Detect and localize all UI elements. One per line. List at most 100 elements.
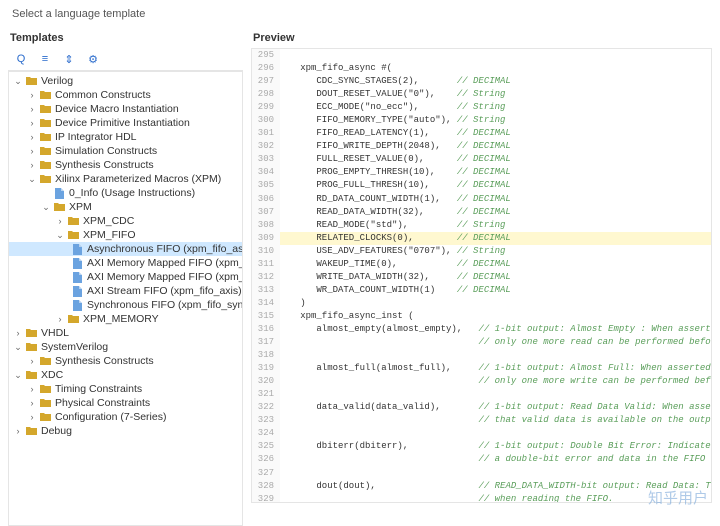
collapse-all-icon[interactable]: ≡ — [38, 52, 52, 66]
tree-item[interactable]: ›Synthesis Constructs — [9, 354, 242, 368]
tree-item[interactable]: › IP Integrator HDL — [9, 130, 242, 144]
filter-icon[interactable]: ⚙ — [86, 52, 100, 66]
line-number: 309 — [252, 232, 280, 245]
line-content: FIFO_WRITE_DEPTH(2048), // DECIMAL — [280, 140, 511, 153]
tree-item[interactable]: ›Common Constructs — [9, 88, 242, 102]
chevron-right-icon[interactable]: › — [27, 118, 37, 128]
chevron-down-icon[interactable]: ⌄ — [27, 174, 37, 185]
line-content: PROG_FULL_THRESH(10), // DECIMAL — [280, 179, 511, 192]
tree-item[interactable]: ⌄XPM — [9, 200, 242, 214]
tree-item[interactable]: › XPM_CDC — [9, 214, 242, 228]
line-content — [280, 467, 284, 480]
line-number: 320 — [252, 375, 280, 388]
line-number: 315 — [252, 310, 280, 323]
preview-pane: Preview 295296 xpm_fifo_async #(297 CDC_… — [251, 28, 712, 526]
tree-item[interactable]: AXI Memory Mapped FIFO (xpm_fifo_axif) — [9, 256, 242, 270]
chevron-right-icon[interactable]: › — [55, 216, 65, 226]
tree-item-label: AXI Stream FIFO (xpm_fifo_axis) — [87, 285, 242, 297]
tree-item[interactable]: Asynchronous FIFO (xpm_fifo_async) — [9, 242, 242, 256]
tree-item[interactable]: AXI Stream FIFO (xpm_fifo_axis) — [9, 284, 242, 298]
chevron-right-icon[interactable]: › — [13, 426, 23, 436]
tree-item[interactable]: ›Simulation Constructs — [9, 144, 242, 158]
tree-item[interactable]: Synchronous FIFO (xpm_fifo_sync) — [9, 298, 242, 312]
tree-item-label: Configuration (7-Series) — [55, 411, 166, 423]
line-content: // when reading the FIFO. — [280, 493, 613, 503]
tree-item[interactable]: ›Device Macro Instantiation — [9, 102, 242, 116]
tree-item-label: Xilinx Parameterized Macros (XPM) — [55, 173, 221, 185]
line-content: data_valid(data_valid), // 1-bit output:… — [280, 401, 712, 414]
tree-item[interactable]: › Physical Constraints — [9, 396, 242, 410]
code-line: 307 READ_DATA_WIDTH(32), // DECIMAL — [252, 206, 711, 219]
chevron-right-icon[interactable]: › — [27, 90, 37, 100]
chevron-right-icon[interactable]: › — [13, 328, 23, 338]
tree-item-label: AXI Memory Mapped FIFO (xpm_fifo_axif) — [87, 257, 243, 269]
line-number: 323 — [252, 414, 280, 427]
tree-item[interactable]: ›Debug — [9, 424, 242, 438]
tree-item-label: Physical Constraints — [55, 397, 150, 409]
tree-item[interactable]: › Configuration (7-Series) — [9, 410, 242, 424]
tree-item-label: 0_Info (Usage Instructions) — [69, 187, 195, 199]
line-number: 307 — [252, 206, 280, 219]
code-line: 301 FIFO_READ_LATENCY(1), // DECIMAL — [252, 127, 711, 140]
tree-item[interactable]: ⌄Verilog — [9, 74, 242, 88]
chevron-right-icon[interactable]: › — [27, 132, 37, 142]
folder-icon — [25, 341, 37, 353]
line-number: 313 — [252, 284, 280, 297]
line-number: 326 — [252, 453, 280, 466]
tree-item[interactable]: ›Synthesis Constructs — [9, 158, 242, 172]
tree-item[interactable]: ›XPM_MEMORY — [9, 312, 242, 326]
code-preview[interactable]: 295296 xpm_fifo_async #(297 CDC_SYNC_STA… — [251, 48, 712, 503]
chevron-right-icon[interactable]: › — [27, 104, 37, 114]
code-line: 323 // that valid data is available on t… — [252, 414, 711, 427]
code-line: 311 WAKEUP_TIME(0), // DECIMAL — [252, 258, 711, 271]
tree-item-label: IP Integrator HDL — [55, 131, 137, 143]
tree-item[interactable]: 0_Info (Usage Instructions) — [9, 186, 242, 200]
chevron-down-icon[interactable]: ⌄ — [13, 370, 23, 381]
code-line: 305 PROG_FULL_THRESH(10), // DECIMAL — [252, 179, 711, 192]
sort-icon[interactable]: ⇕ — [62, 52, 76, 66]
line-number: 311 — [252, 258, 280, 271]
code-line: 300 FIFO_MEMORY_TYPE("auto"), // String — [252, 114, 711, 127]
tree-item[interactable]: AXI Memory Mapped FIFO (xpm_fifo_axil) — [9, 270, 242, 284]
tree-item[interactable]: ›Device Primitive Instantiation — [9, 116, 242, 130]
templates-title: Templates — [8, 28, 243, 48]
chevron-right-icon[interactable]: › — [27, 384, 37, 394]
search-icon[interactable]: Q — [14, 52, 28, 66]
chevron-down-icon[interactable]: ⌄ — [55, 230, 65, 241]
file-icon — [71, 257, 83, 269]
line-number: 297 — [252, 75, 280, 88]
code-line: 324 — [252, 427, 711, 440]
folder-icon — [39, 383, 51, 395]
chevron-right-icon[interactable]: › — [27, 146, 37, 156]
code-line: 326 // a double-bit error and data in th… — [252, 453, 711, 466]
chevron-down-icon[interactable]: ⌄ — [41, 202, 51, 213]
line-content: ) — [280, 297, 306, 310]
line-content: PROG_EMPTY_THRESH(10), // DECIMAL — [280, 166, 511, 179]
chevron-down-icon[interactable]: ⌄ — [13, 76, 23, 87]
line-content: // a double-bit error and data in the FI… — [280, 453, 712, 466]
chevron-right-icon[interactable]: › — [27, 356, 37, 366]
tree-item[interactable]: ⌄ Xilinx Parameterized Macros (XPM) — [9, 172, 242, 186]
folder-icon — [25, 75, 37, 87]
chevron-right-icon[interactable]: › — [27, 412, 37, 422]
tree-item[interactable]: ⌄XPM_FIFO — [9, 228, 242, 242]
code-line: 316 almost_empty(almost_empty), // 1-bit… — [252, 323, 711, 336]
line-number: 325 — [252, 440, 280, 453]
line-content: FULL_RESET_VALUE(0), // DECIMAL — [280, 153, 511, 166]
tree-item[interactable]: ⌄SystemVerilog — [9, 340, 242, 354]
tree-item[interactable]: ›VHDL — [9, 326, 242, 340]
tree-item[interactable]: ›Timing Constraints — [9, 382, 242, 396]
chevron-down-icon[interactable]: ⌄ — [13, 342, 23, 353]
folder-icon — [25, 369, 37, 381]
tree-item[interactable]: ⌄XDC — [9, 368, 242, 382]
chevron-right-icon[interactable]: › — [27, 160, 37, 170]
code-line: 309 RELATED_CLOCKS(0), // DECIMAL — [252, 232, 711, 245]
chevron-right-icon[interactable]: › — [27, 398, 37, 408]
code-line: 297 CDC_SYNC_STAGES(2), // DECIMAL — [252, 75, 711, 88]
line-content: FIFO_READ_LATENCY(1), // DECIMAL — [280, 127, 511, 140]
line-content: almost_empty(almost_empty), // 1-bit out… — [280, 323, 712, 336]
tree-item-label: XPM_CDC — [83, 215, 134, 227]
folder-icon — [39, 159, 51, 171]
chevron-right-icon[interactable]: › — [55, 314, 65, 324]
templates-tree[interactable]: ⌄Verilog›Common Constructs›Device Macro … — [8, 71, 243, 526]
